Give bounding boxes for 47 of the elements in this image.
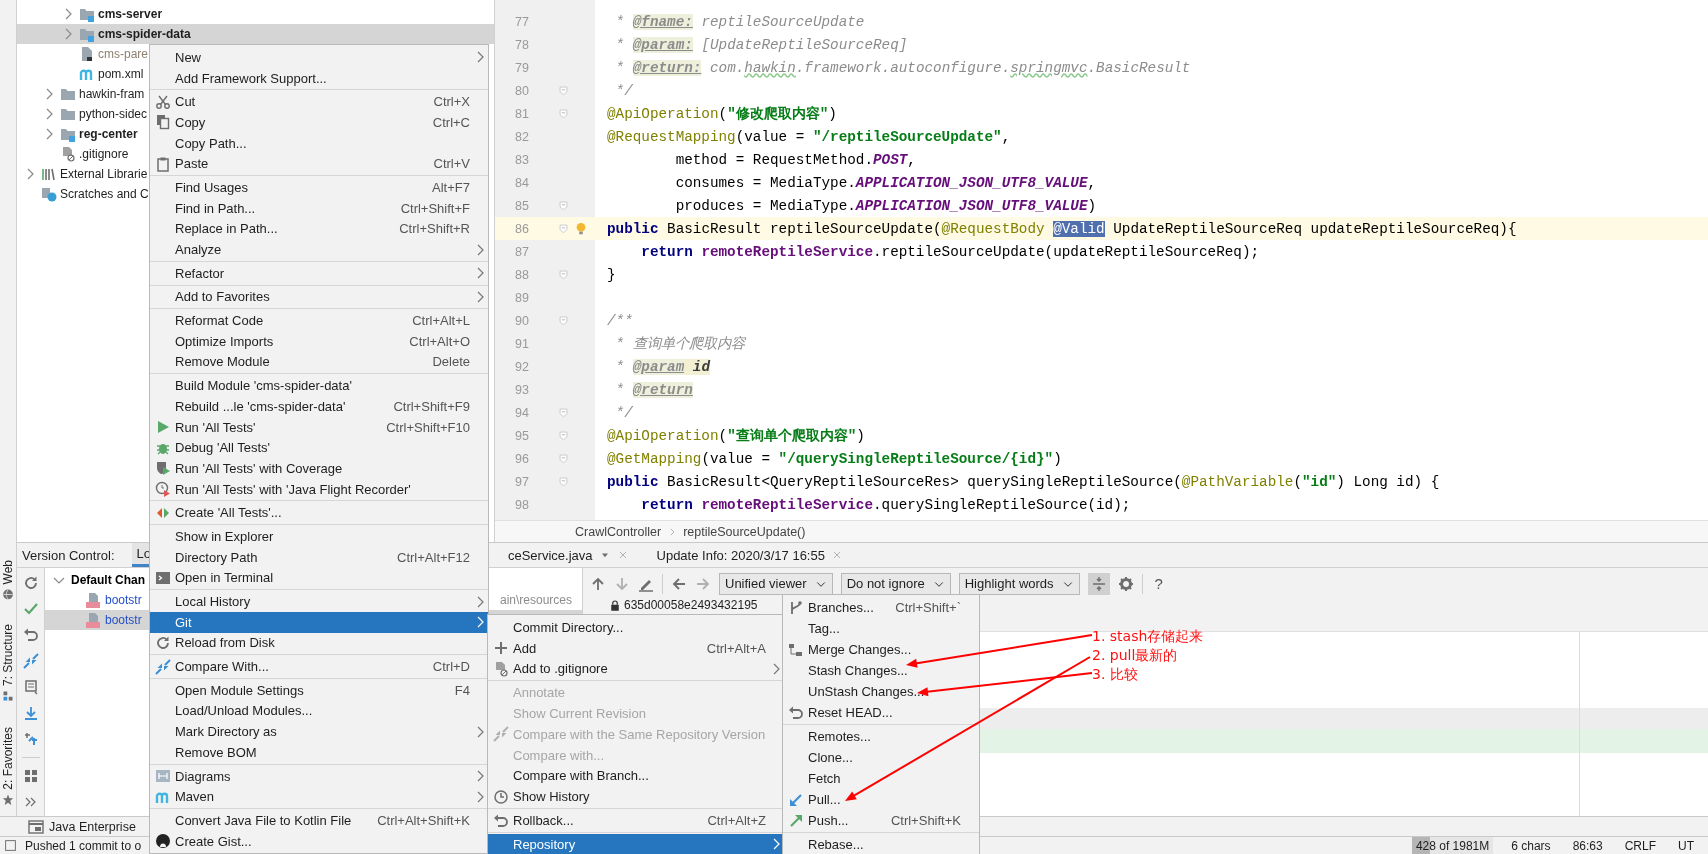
line-number: 89 xyxy=(514,290,529,305)
annotation-text: 1. stash存储起来 xyxy=(1092,627,1204,645)
line-number: 79 xyxy=(514,60,529,75)
line-number: 77 xyxy=(514,14,529,29)
annotation-text: 3. 比较 xyxy=(1092,665,1139,683)
code-line: public BasicResult<QueryReptileSourceRes> querySingleReptileSource(@PathVariable("id") Long id) { xyxy=(606,473,1441,490)
line-number: 85 xyxy=(514,198,529,213)
code-line: method = RequestMethod.POST, xyxy=(674,151,917,168)
line-number: 97 xyxy=(514,474,529,489)
line-number: 86 xyxy=(514,221,529,236)
code-line: produces = MediaType.APPLICATION_JSON_UTF8_VALUE) xyxy=(674,197,1098,214)
line-number: 83 xyxy=(514,152,529,167)
line-number: 98 xyxy=(514,497,529,512)
line-number: 81 xyxy=(514,106,529,121)
status-message: Pushed 1 commit to o xyxy=(25,838,142,853)
code-line: */ xyxy=(614,82,634,99)
line-number: 90 xyxy=(514,313,529,328)
line-number: 87 xyxy=(514,244,529,259)
line-number: 91 xyxy=(514,336,529,351)
annotation-text: 2. pull最新的 xyxy=(1092,646,1179,664)
line-number: 88 xyxy=(514,267,529,282)
code-line: consumes = MediaType.APPLICATION_JSON_UTF8_VALUE, xyxy=(674,174,1098,191)
code-line: public BasicResult reptileSourceUpdate(@RequestBody @Valid UpdateReptileSourceReq updateReptileSourceReq){ xyxy=(606,220,1518,237)
code-line: * @return: com.hawkin.framework.autoconfigure.springmvc.BasicResult xyxy=(614,59,1192,76)
line-number: 95 xyxy=(514,428,529,443)
panel-title: Version Control: xyxy=(22,547,115,563)
code-line: @ApiOperation("查询单个爬取内容") xyxy=(606,427,866,445)
code-line: } xyxy=(606,266,617,283)
code-line: * @param: [UpdateReptileSourceReq] xyxy=(614,36,909,53)
revision-hash: 635d00058e2493432195 xyxy=(624,599,758,612)
code-line: return remoteReptileService.reptileSourceUpdate(updateReptileSourceReq); xyxy=(640,243,1261,260)
line-number: 84 xyxy=(514,175,529,190)
code-line: @GetMapping(value = "/querySingleReptileSource/{id}") xyxy=(606,450,1063,467)
code-line: return remoteReptileService.querySingleReptileSource(id); xyxy=(640,496,1132,513)
code-line: @RequestMapping(value = "/reptileSourceUpdate", xyxy=(606,128,1012,145)
line-number: 78 xyxy=(514,37,529,52)
line-number: 92 xyxy=(514,359,529,374)
code-line: * 查询单个爬取内容 xyxy=(614,335,747,353)
line-number: 96 xyxy=(514,451,529,466)
line-number: 94 xyxy=(514,405,529,420)
code-line: @ApiOperation("修改爬取内容") xyxy=(606,105,838,123)
line-number: 82 xyxy=(514,129,529,144)
code-line: */ xyxy=(614,404,634,421)
line-number: 93 xyxy=(514,382,529,397)
line-number: 80 xyxy=(514,83,529,98)
code-line: * @fname: reptileSourceUpdate xyxy=(614,13,866,30)
code-line: /** xyxy=(606,312,634,329)
